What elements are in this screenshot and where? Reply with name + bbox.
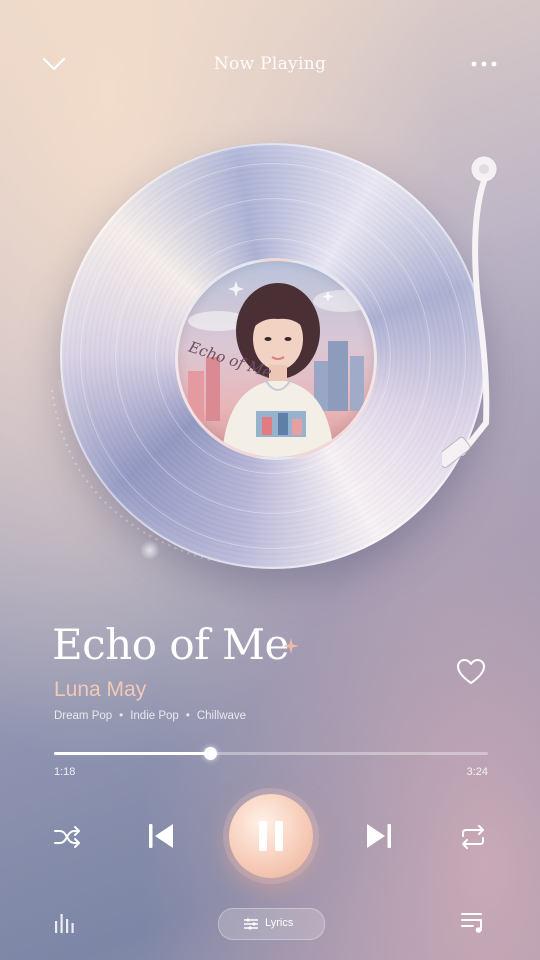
genre-tag: Chillwave (196, 710, 247, 722)
album-art-label: Echo of Me (175, 258, 377, 460)
skip-next-icon[interactable] (364, 820, 394, 852)
repeat-icon[interactable] (458, 822, 488, 852)
progress-fill (54, 752, 211, 755)
top-bar: Now Playing (0, 40, 540, 90)
skip-previous-icon[interactable] (146, 820, 176, 852)
sparkle-icon (283, 638, 299, 654)
vinyl-disc: Echo of Me (60, 143, 486, 569)
artist-name[interactable]: Luna May (54, 678, 146, 702)
progress-thumb[interactable] (204, 747, 218, 760)
equalizer-icon[interactable] (54, 911, 78, 933)
separator-dot: • (119, 710, 124, 722)
track-title: Echo of Me (52, 620, 289, 669)
vinyl-record: Echo of Me (42, 125, 512, 595)
separator-dot: • (185, 710, 190, 722)
lyrics-button[interactable]: Lyrics (218, 908, 325, 940)
genre-list: Dream Pop • Indie Pop • Chillwave (54, 710, 246, 722)
more-horizontal-icon[interactable] (466, 50, 502, 78)
play-pause-button[interactable] (229, 794, 313, 878)
pause-icon (259, 821, 283, 851)
page-title: Now Playing (213, 54, 327, 74)
total-duration: 3:24 (466, 766, 488, 778)
genre-tag: Dream Pop (54, 710, 113, 722)
elapsed-time: 1:18 (54, 766, 76, 778)
lyrics-label: Lyrics (265, 917, 294, 929)
progress-bar[interactable] (54, 747, 488, 760)
lyrics-icon (244, 918, 258, 930)
queue-icon[interactable] (461, 910, 487, 934)
genre-tag: Indie Pop (130, 710, 179, 722)
heart-icon[interactable] (455, 656, 487, 688)
album-art-image: Echo of Me (185, 281, 373, 457)
shuffle-icon[interactable] (52, 822, 82, 852)
tonearm (442, 155, 498, 469)
